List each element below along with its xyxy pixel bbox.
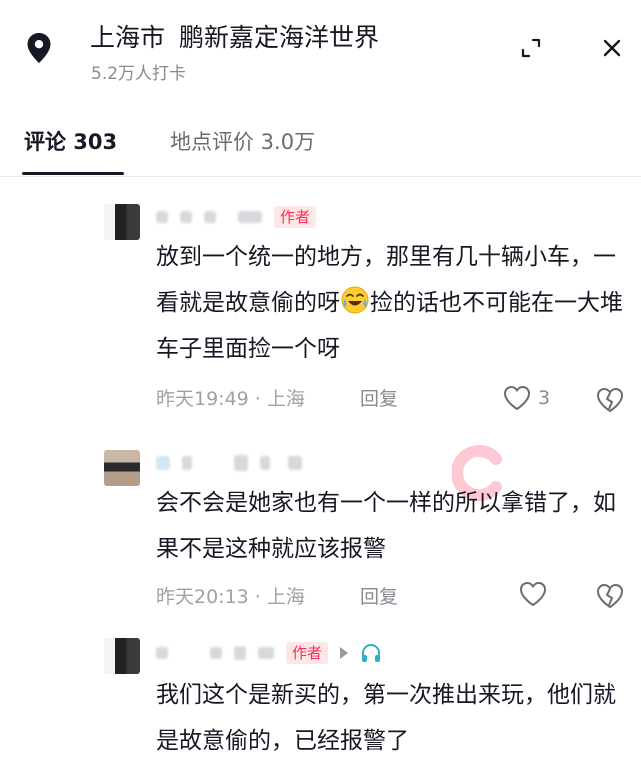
tab-place-reviews[interactable]: 地点评价 3.0万: [170, 126, 315, 156]
comment-meta: 昨天19:49 · 上海: [156, 388, 305, 410]
reply-button[interactable]: 回复: [360, 582, 398, 609]
author-badge: 作者: [286, 642, 329, 664]
comment-text: 放到一个统一的地方，那里有几十辆小车，一看就是故意偷的呀 捡的话也不可能在一大堆…: [156, 244, 623, 362]
city-name: 上海市: [90, 23, 166, 52]
comment-text: 我们这个是新买的，第一次推出来玩，他们就是故意偷的，已经报警了: [156, 682, 616, 754]
username-blurred[interactable]: [156, 452, 302, 474]
location-header: 上海市 鹏新嘉定海洋世界 5.2万人打卡: [0, 0, 641, 100]
username-blurred[interactable]: 作者: [156, 642, 382, 664]
tab-comments[interactable]: 评论 303: [24, 126, 117, 156]
location-title[interactable]: 上海市 鹏新嘉定海洋世界: [90, 18, 379, 54]
checkin-count: 5.2万人打卡: [91, 64, 187, 84]
laughing-crying-emoji-icon: [341, 286, 369, 314]
active-tab-indicator: [22, 172, 124, 175]
comment-meta: 昨天20:13 · 上海: [156, 586, 305, 608]
comment-text: 会不会是她家也有一个一样的所以拿错了，如果不是这种就应该报警: [156, 490, 616, 562]
author-badge: 作者: [274, 206, 317, 228]
headphones-icon: [362, 644, 381, 662]
tab-bar: 评论 303 地点评价 3.0万: [0, 118, 641, 177]
avatar[interactable]: [104, 204, 140, 240]
avatar[interactable]: [104, 450, 140, 486]
close-icon: [603, 39, 621, 57]
username-blurred[interactable]: 作者: [156, 206, 317, 228]
broken-heart-icon[interactable]: [595, 386, 625, 414]
heart-icon: [503, 385, 531, 411]
close-button[interactable]: [592, 28, 632, 68]
expand-icon: [521, 38, 541, 58]
expand-button[interactable]: [511, 28, 551, 68]
heart-icon: [519, 581, 547, 607]
play-arrow-icon: [340, 647, 349, 659]
broken-heart-icon[interactable]: [595, 582, 625, 610]
like-count: 3: [538, 387, 551, 409]
place-name: 鹏新嘉定海洋世界: [179, 23, 380, 52]
like-button[interactable]: 3: [502, 384, 550, 412]
reply-button[interactable]: 回复: [360, 384, 398, 411]
location-pin-icon: [27, 33, 51, 63]
avatar[interactable]: [104, 638, 140, 674]
like-button[interactable]: [518, 580, 548, 608]
